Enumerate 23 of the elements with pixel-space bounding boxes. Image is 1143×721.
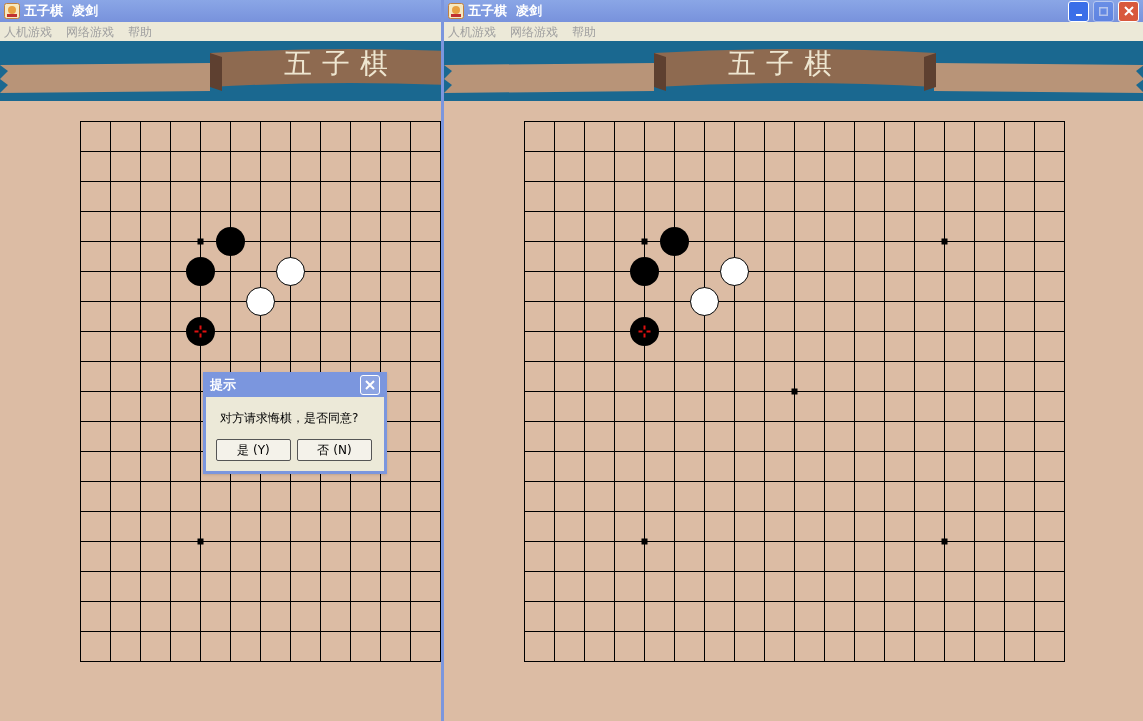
dialog-button[interactable]: 是 (Y) bbox=[216, 439, 291, 461]
close-icon bbox=[365, 379, 375, 390]
menu-item[interactable]: 人机游戏 bbox=[448, 22, 496, 41]
menu-item[interactable]: 帮助 bbox=[128, 22, 152, 41]
menu-item[interactable]: 网络游戏 bbox=[510, 22, 558, 41]
app-icon bbox=[4, 3, 20, 19]
dialog-button[interactable]: 否 (N) bbox=[297, 439, 372, 461]
banner-title: 五子棋 bbox=[284, 46, 398, 82]
maximize-icon bbox=[1099, 6, 1108, 16]
window-title: 五子棋 凌剑 bbox=[468, 2, 543, 21]
close-button[interactable] bbox=[360, 374, 380, 395]
menu-item[interactable]: 人机游戏 bbox=[4, 22, 52, 41]
close-button[interactable] bbox=[1118, 0, 1139, 22]
window-title: 五子棋 凌剑 bbox=[24, 2, 99, 21]
dialog-message: 对方请求悔棋，是否同意? bbox=[219, 410, 360, 427]
menu-item[interactable]: 帮助 bbox=[572, 22, 596, 41]
banner-title: 五子棋 bbox=[728, 46, 842, 82]
dialog-title: 提示 bbox=[210, 375, 236, 394]
minimize-icon bbox=[1075, 14, 1082, 16]
minimize-button[interactable] bbox=[1068, 0, 1089, 22]
app-icon bbox=[448, 3, 464, 19]
menu-item[interactable]: 网络游戏 bbox=[66, 22, 114, 41]
close-icon bbox=[1123, 6, 1134, 16]
